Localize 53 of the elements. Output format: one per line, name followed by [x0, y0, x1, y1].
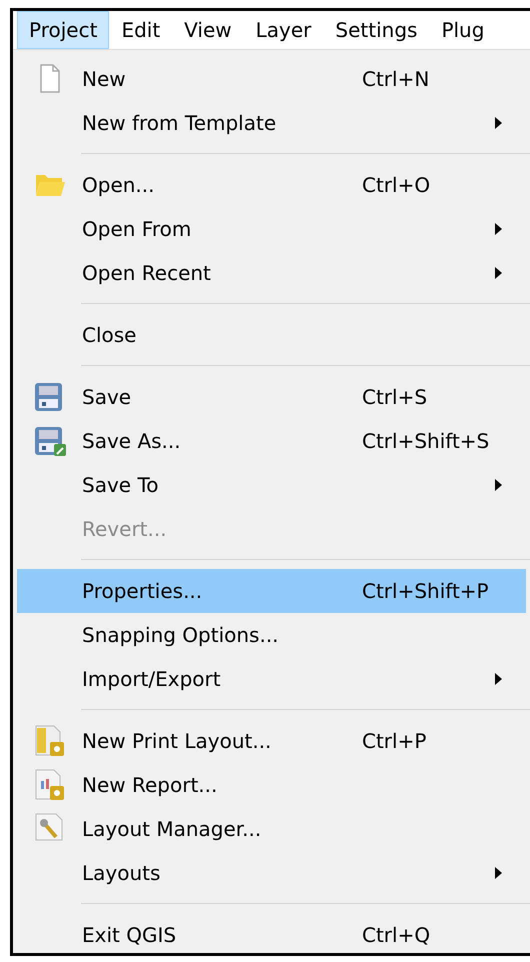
menu-item[interactable]: Properties... Ctrl+Shift+P [17, 569, 526, 613]
shortcut-text: Ctrl+Shift+P [362, 579, 489, 603]
menu-item-label: Open... [82, 173, 154, 197]
shortcut-text: Ctrl+S [362, 385, 428, 409]
menu-item-label: Properties... [82, 579, 202, 603]
report-sheet-icon [34, 769, 66, 801]
menu-item[interactable]: Save Ctrl+S [17, 375, 526, 419]
menu-item[interactable]: Save To [17, 463, 526, 507]
menu-item[interactable]: Layouts [17, 851, 526, 895]
document-icon [38, 64, 60, 94]
menu-item[interactable]: New Ctrl+N [17, 57, 526, 101]
menu-title[interactable]: Edit [109, 11, 172, 49]
menu-item[interactable]: Exit QGIS Ctrl+Q [17, 913, 526, 953]
layout-sheet-icon [34, 725, 66, 757]
menu-item-label: Import/Export [82, 667, 221, 691]
menu-item[interactable]: Layout Manager... [17, 807, 526, 851]
menu-item[interactable]: Close [17, 313, 526, 357]
shortcut-text: Ctrl+Shift+S [362, 429, 490, 453]
menu-item[interactable]: Open... Ctrl+O [17, 163, 526, 207]
menu-item[interactable]: New from Template [17, 101, 526, 145]
menu-item[interactable]: Import/Export [17, 657, 526, 701]
menu-item-label: Exit QGIS [82, 923, 176, 947]
menu-item-label: Save As... [82, 429, 181, 453]
menu-item-label: Snapping Options... [82, 623, 279, 647]
menu-item[interactable]: New Report... [17, 763, 526, 807]
menu-title[interactable]: View [172, 11, 244, 49]
shortcut-text: Ctrl+O [362, 173, 430, 197]
menu-item[interactable]: Snapping Options... [17, 613, 526, 657]
menu-title[interactable]: Plug [429, 11, 496, 49]
shortcut-text: Ctrl+Q [362, 923, 430, 947]
menu-title[interactable]: Settings [323, 11, 430, 49]
menu-item-label: New Print Layout... [82, 729, 272, 753]
menu-item-label: Close [82, 323, 136, 347]
menu-item-label: New from Template [82, 111, 276, 135]
menu-item-label: New Report... [82, 773, 218, 797]
menu-item-label: Revert... [82, 517, 167, 541]
menu-item-label: Open Recent [82, 261, 211, 285]
menu-item-label: Save To [82, 473, 159, 497]
menu-item[interactable]: Open Recent [17, 251, 526, 295]
shortcut-text: Ctrl+N [362, 67, 430, 91]
shortcut-text: Ctrl+P [362, 729, 426, 753]
menu-item[interactable]: Open From [17, 207, 526, 251]
menu-item[interactable]: Save As... Ctrl+Shift+S [17, 419, 526, 463]
menu-title[interactable]: Project [17, 11, 110, 49]
menu-item-label: New [82, 67, 126, 91]
menu-item-label: Open From [82, 217, 192, 241]
menu-item[interactable]: New Print Layout... Ctrl+P [17, 719, 526, 763]
menu-title[interactable]: Layer [244, 11, 324, 49]
folder-icon [34, 173, 64, 197]
menu-item-label: Layout Manager... [82, 817, 262, 841]
menu-item-label: Layouts [82, 861, 160, 885]
menu-item-label: Save [82, 385, 132, 409]
floppy-disk-pencil-icon [34, 426, 66, 456]
